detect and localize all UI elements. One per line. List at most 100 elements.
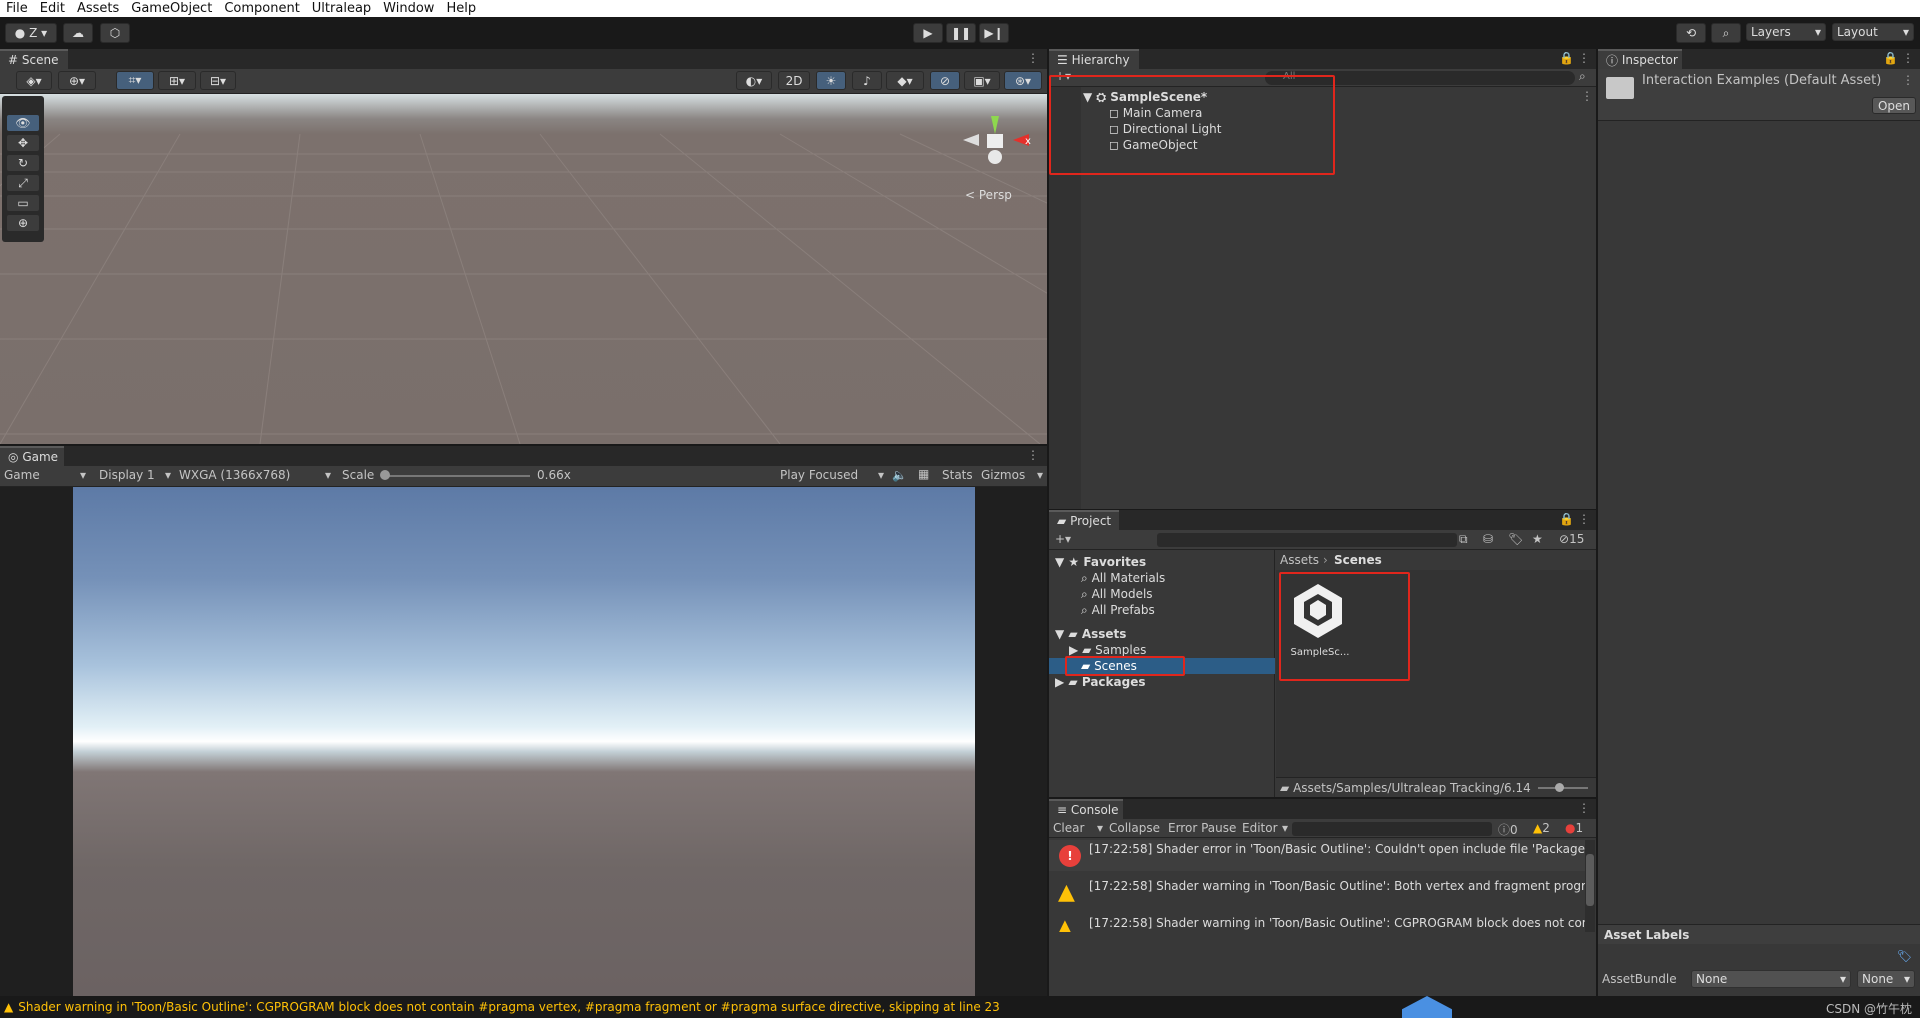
- search-filter-icon[interactable]: ⌕: [1579, 69, 1586, 84]
- assets-folder[interactable]: ▼ ▰ Assets: [1055, 626, 1126, 642]
- stats-button[interactable]: Stats: [942, 468, 973, 482]
- scale-slider-thumb[interactable]: [380, 470, 390, 480]
- account-dropdown[interactable]: ● Z ▾: [5, 23, 57, 43]
- list-item[interactable]: ⌕ All Materials: [1081, 570, 1165, 586]
- orientation-gizmo[interactable]: [955, 114, 1035, 184]
- step-button[interactable]: ▶❙: [979, 23, 1009, 43]
- rect-tool-icon[interactable]: ▭: [6, 194, 40, 212]
- more-icon[interactable]: ⋮: [1902, 51, 1914, 65]
- star-icon[interactable]: ★: [1532, 532, 1543, 546]
- keyboard-icon[interactable]: ▦: [918, 467, 929, 481]
- draw-mode-icon[interactable]: ◈▾: [16, 71, 52, 90]
- scale-slider-track[interactable]: [382, 475, 530, 477]
- more-icon[interactable]: ⋮: [1578, 51, 1590, 65]
- menu-assets[interactable]: Assets: [71, 1, 125, 16]
- scale-tool-icon[interactable]: ⤢: [6, 174, 40, 192]
- lock-icon[interactable]: 🔒: [1559, 512, 1574, 526]
- packages-folder[interactable]: ▶ ▰ Packages: [1055, 674, 1145, 690]
- assetbundle-dropdown[interactable]: None ▾: [1691, 970, 1851, 988]
- console-search-input[interactable]: [1292, 822, 1492, 836]
- cloud-icon[interactable]: ☁: [63, 23, 93, 43]
- scene-viewport[interactable]: 👁 ✥ ↻ ⤢ ▭ ⊕ x < Persp: [0, 94, 1047, 444]
- resolution-dropdown[interactable]: WXGA (1366x768) ▾: [179, 468, 331, 482]
- globe-icon[interactable]: ⊕▾: [58, 71, 96, 90]
- label-tag-icon[interactable]: 🏷: [1897, 949, 1912, 963]
- audio-mute-icon[interactable]: 🔈: [892, 468, 907, 482]
- display-dropdown[interactable]: Display 1 ▾: [99, 468, 171, 482]
- tab-scene[interactable]: # Scene: [0, 49, 68, 69]
- play-mode-dropdown[interactable]: Play Focused ▾: [780, 468, 884, 482]
- menu-component[interactable]: Component: [218, 1, 305, 16]
- increment-snap-icon[interactable]: ⊟▾: [200, 71, 236, 90]
- layers-dropdown[interactable]: Layers ▾: [1746, 23, 1826, 41]
- more-icon[interactable]: ⋮: [1027, 51, 1039, 65]
- console-row[interactable]: ▲ [17:22:58] Shader warning in 'Toon/Bas…: [1049, 914, 1594, 932]
- editor-dropdown[interactable]: Editor ▾: [1242, 821, 1288, 835]
- tab-game[interactable]: ◎ Game: [0, 446, 64, 466]
- menu-ultraleap[interactable]: Ultraleap: [306, 1, 377, 16]
- gizmos-icon[interactable]: ⊛▾: [1004, 71, 1042, 90]
- tab-hierarchy[interactable]: ☰ Hierarchy: [1049, 49, 1139, 69]
- list-item[interactable]: ⌕ All Models: [1081, 586, 1153, 602]
- more-icon[interactable]: ⋮: [1902, 73, 1914, 87]
- error-count-toggle[interactable]: ●1: [1565, 821, 1583, 835]
- add-icon[interactable]: +▾: [1055, 532, 1071, 546]
- visibility-icon[interactable]: ⊘: [930, 71, 960, 90]
- breadcrumb-scenes[interactable]: Scenes: [1334, 553, 1382, 567]
- 2d-toggle[interactable]: 2D: [778, 71, 810, 90]
- camera-icon[interactable]: ▣▾: [964, 71, 1000, 90]
- shading-icon[interactable]: ◐▾: [736, 71, 772, 90]
- hierarchy-filter-icon[interactable]: ⛁: [1483, 532, 1493, 546]
- label-filter-icon[interactable]: 🏷: [1508, 532, 1523, 546]
- favorites-header[interactable]: ▼ ★ Favorites: [1055, 554, 1146, 570]
- menu-edit[interactable]: Edit: [34, 1, 71, 16]
- lock-icon[interactable]: 🔒: [1883, 51, 1898, 65]
- menu-help[interactable]: Help: [440, 1, 482, 16]
- variant-dropdown[interactable]: None ▾: [1857, 970, 1915, 988]
- open-button[interactable]: Open: [1871, 97, 1916, 114]
- transform-tool-icon[interactable]: ⊕: [6, 214, 40, 232]
- move-tool-icon[interactable]: ✥: [6, 134, 40, 152]
- tab-inspector[interactable]: ⓘ Inspector: [1598, 49, 1682, 69]
- scrollbar-thumb[interactable]: [1586, 854, 1594, 906]
- status-bar[interactable]: ▲ Shader warning in 'Toon/Basic Outline'…: [0, 996, 1920, 1018]
- pause-button[interactable]: ❚❚: [946, 23, 976, 43]
- project-search-input[interactable]: [1157, 533, 1457, 547]
- menu-window[interactable]: Window: [377, 1, 440, 16]
- search-type-icon[interactable]: ⧉: [1459, 532, 1468, 547]
- more-icon[interactable]: ⋮: [1581, 89, 1593, 103]
- menu-file[interactable]: File: [0, 1, 34, 16]
- console-scrollbar[interactable]: [1585, 840, 1595, 932]
- game-view[interactable]: [73, 487, 975, 996]
- grid-snap-icon[interactable]: ⌗▾: [116, 71, 154, 90]
- breadcrumb-assets[interactable]: Assets: [1280, 553, 1319, 567]
- collab-icon[interactable]: ⬡: [100, 23, 130, 43]
- snap-icon[interactable]: ⊞▾: [158, 71, 196, 90]
- zoom-slider-thumb[interactable]: [1555, 783, 1564, 792]
- hidden-packages-toggle[interactable]: ⊘15: [1559, 532, 1584, 546]
- game-mode-dropdown[interactable]: Game ▾: [4, 468, 86, 482]
- effects-icon[interactable]: ◆▾: [886, 71, 924, 90]
- layout-dropdown[interactable]: Layout ▾: [1832, 23, 1914, 41]
- history-icon[interactable]: ⟲: [1676, 23, 1706, 43]
- more-icon[interactable]: ⋮: [1027, 448, 1039, 462]
- console-row[interactable]: ▲ [17:22:58] Shader warning in 'Toon/Bas…: [1049, 877, 1594, 908]
- warning-count-toggle[interactable]: ▲2: [1533, 821, 1550, 835]
- more-icon[interactable]: ⋮: [1578, 801, 1590, 815]
- tab-project[interactable]: ▰ Project: [1049, 510, 1119, 530]
- error-pause-button[interactable]: Error Pause: [1168, 821, 1236, 835]
- search-icon[interactable]: ⌕: [1711, 23, 1741, 43]
- lock-icon[interactable]: 🔒: [1559, 51, 1574, 65]
- console-row[interactable]: ! [17:22:58] Shader error in 'Toon/Basic…: [1049, 840, 1594, 871]
- persp-label[interactable]: < Persp: [965, 188, 1012, 202]
- clear-dropdown[interactable]: Clear ▾: [1053, 821, 1103, 835]
- menu-gameobject[interactable]: GameObject: [125, 1, 218, 16]
- list-item[interactable]: ⌕ All Prefabs: [1081, 602, 1155, 618]
- collapse-button[interactable]: Collapse: [1109, 821, 1160, 835]
- more-icon[interactable]: ⋮: [1578, 512, 1590, 526]
- tab-console[interactable]: ≡ Console: [1049, 799, 1123, 819]
- lighting-icon[interactable]: ☀: [816, 71, 846, 90]
- rotate-tool-icon[interactable]: ↻: [6, 154, 40, 172]
- view-tool-icon[interactable]: 👁: [6, 114, 40, 132]
- audio-icon[interactable]: ♪: [852, 71, 882, 90]
